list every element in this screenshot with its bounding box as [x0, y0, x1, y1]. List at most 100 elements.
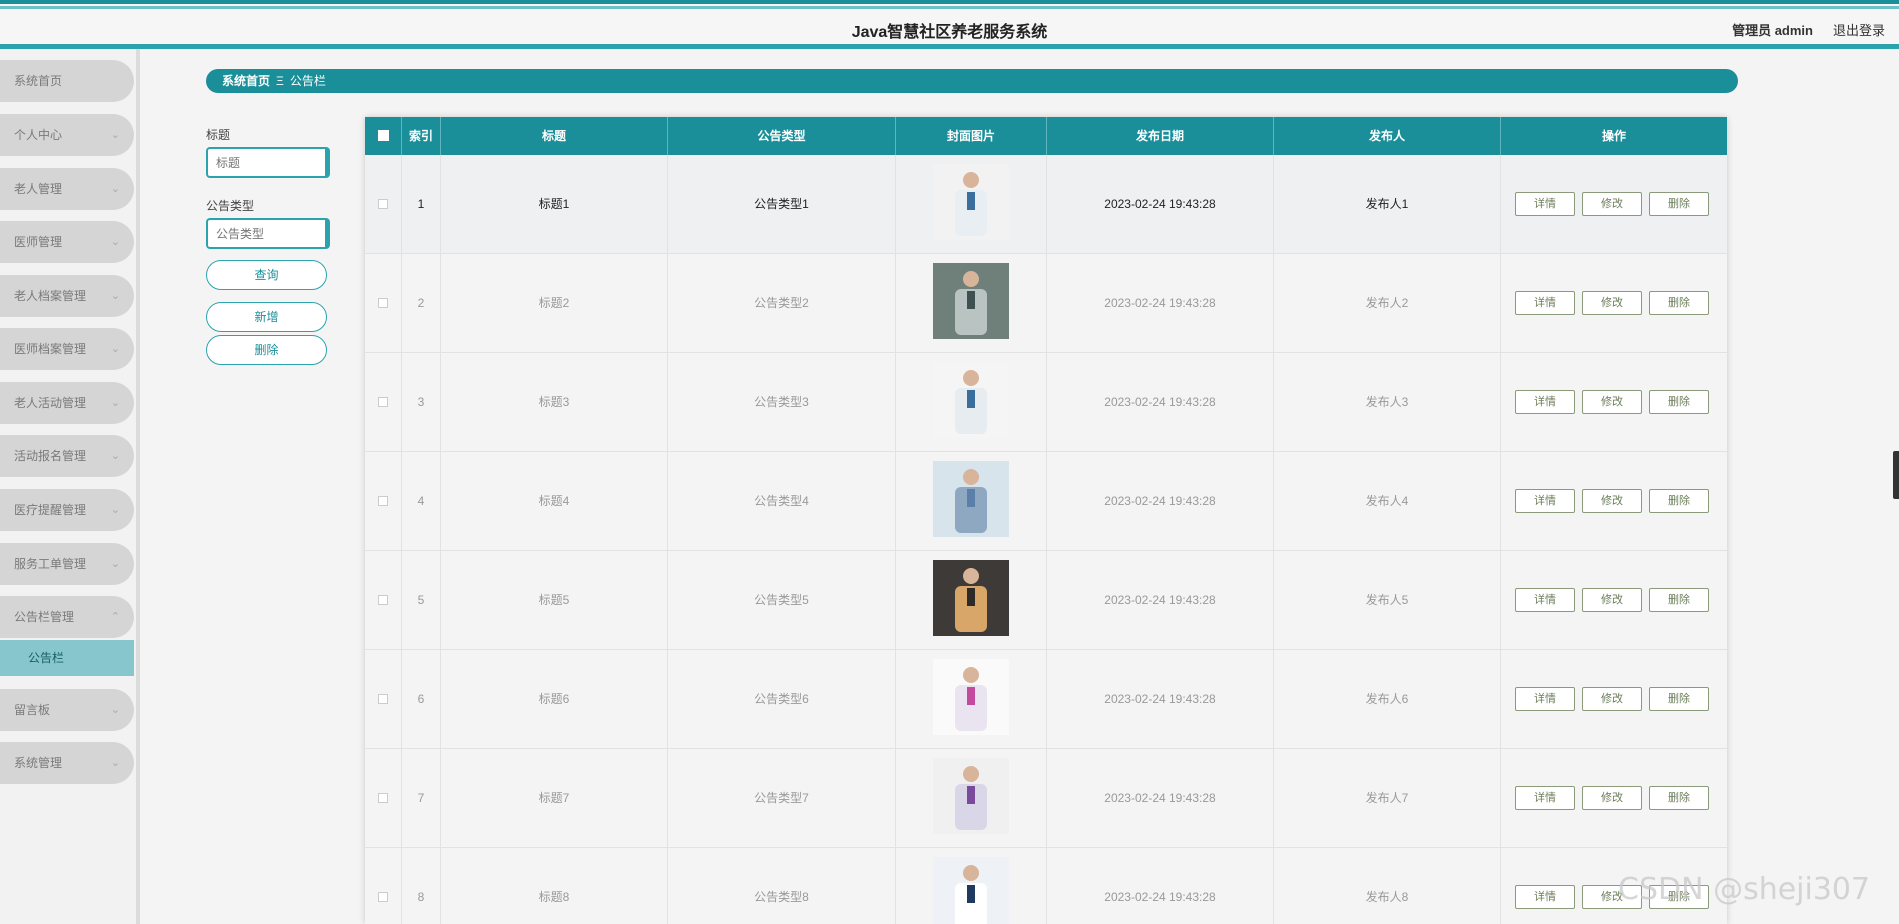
- row-actions: 详情 修改 删除: [1501, 749, 1727, 848]
- row-checkbox[interactable]: [378, 199, 388, 209]
- edit-button[interactable]: 修改: [1582, 687, 1642, 711]
- delete-button[interactable]: 删除: [1649, 291, 1709, 315]
- detail-button[interactable]: 详情: [1515, 192, 1575, 216]
- table-header: 索引 标题 公告类型 封面图片 发布日期 发布人 操作: [365, 117, 1727, 155]
- top-accent-line: [0, 0, 1899, 4]
- row-cover-cell: [896, 155, 1047, 254]
- header-publish-date: 发布日期: [1047, 117, 1274, 155]
- row-title: 标题4: [441, 452, 668, 551]
- edit-button[interactable]: 修改: [1582, 588, 1642, 612]
- detail-button[interactable]: 详情: [1515, 786, 1575, 810]
- sidebar-item-elder-activities[interactable]: 老人活动管理 ⌄: [0, 382, 134, 424]
- edit-button[interactable]: 修改: [1582, 786, 1642, 810]
- sidebar-item-label: 活动报名管理: [14, 449, 87, 463]
- row-actions: 详情 修改 删除: [1501, 155, 1727, 254]
- sidebar-item-label: 老人管理: [14, 182, 63, 196]
- side-drawer-handle[interactable]: [1893, 451, 1899, 499]
- admin-user-label[interactable]: 管理员 admin: [1732, 20, 1813, 39]
- sidebar-subitem-notice-board[interactable]: 公告栏: [0, 640, 134, 676]
- logout-link[interactable]: 退出登录: [1833, 20, 1885, 39]
- header-select-all[interactable]: [365, 117, 402, 155]
- cover-image[interactable]: [933, 263, 1009, 339]
- row-index: 2: [402, 254, 441, 353]
- delete-button[interactable]: 删除: [1649, 489, 1709, 513]
- row-type: 公告类型8: [668, 848, 896, 924]
- table-row: 5 标题5 公告类型5 2023-02-24 19:43:28 发布人5 详情 …: [365, 551, 1727, 650]
- sidebar-item-doctor-management[interactable]: 医师管理 ⌄: [0, 221, 134, 263]
- cover-image[interactable]: [933, 857, 1009, 924]
- table-row: 6 标题6 公告类型6 2023-02-24 19:43:28 发布人6 详情 …: [365, 650, 1727, 749]
- delete-button[interactable]: 删除: [1649, 687, 1709, 711]
- bulk-delete-button[interactable]: 删除: [206, 335, 327, 365]
- row-index: 6: [402, 650, 441, 749]
- breadcrumb-home[interactable]: 系统首页: [222, 74, 270, 88]
- sidebar-item-notice-management[interactable]: 公告栏管理 ⌃: [0, 596, 134, 638]
- row-index: 3: [402, 353, 441, 452]
- sidebar-item-message-board[interactable]: 留言板 ⌄: [0, 689, 134, 731]
- row-select-cell: [365, 749, 402, 848]
- row-checkbox[interactable]: [378, 298, 388, 308]
- cover-image[interactable]: [933, 164, 1009, 240]
- cover-image[interactable]: [933, 560, 1009, 636]
- sidebar-item-elder-management[interactable]: 老人管理 ⌄: [0, 168, 134, 210]
- sidebar-item-medical-reminders[interactable]: 医疗提醒管理 ⌄: [0, 489, 134, 531]
- delete-button[interactable]: 删除: [1649, 588, 1709, 612]
- cover-image[interactable]: [933, 659, 1009, 735]
- table-row: 2 标题2 公告类型2 2023-02-24 19:43:28 发布人2 详情 …: [365, 254, 1727, 353]
- row-index: 5: [402, 551, 441, 650]
- sidebar-item-personal-center[interactable]: 个人中心 ⌄: [0, 114, 134, 156]
- row-index: 8: [402, 848, 441, 924]
- delete-button[interactable]: 删除: [1649, 192, 1709, 216]
- edit-button[interactable]: 修改: [1582, 390, 1642, 414]
- row-select-cell: [365, 650, 402, 749]
- sidebar-item-home[interactable]: 系统首页: [0, 60, 134, 102]
- chevron-down-icon: ⌄: [110, 290, 120, 302]
- detail-button[interactable]: 详情: [1515, 291, 1575, 315]
- header-title: 标题: [441, 117, 668, 155]
- sidebar-item-doctor-records[interactable]: 医师档案管理 ⌄: [0, 328, 134, 370]
- cover-image[interactable]: [933, 461, 1009, 537]
- chevron-down-icon: ⌄: [110, 504, 120, 516]
- row-checkbox[interactable]: [378, 397, 388, 407]
- chevron-down-icon: ⌄: [110, 129, 120, 141]
- delete-button[interactable]: 删除: [1649, 390, 1709, 414]
- detail-button[interactable]: 详情: [1515, 588, 1575, 612]
- query-button[interactable]: 查询: [206, 260, 327, 290]
- type-search-input[interactable]: [206, 218, 330, 249]
- select-all-checkbox[interactable]: [378, 130, 389, 141]
- edit-button[interactable]: 修改: [1582, 489, 1642, 513]
- edit-button[interactable]: 修改: [1582, 291, 1642, 315]
- detail-button[interactable]: 详情: [1515, 885, 1575, 909]
- row-cover-cell: [896, 551, 1047, 650]
- delete-button[interactable]: 删除: [1649, 786, 1709, 810]
- edit-button[interactable]: 修改: [1582, 192, 1642, 216]
- row-index: 4: [402, 452, 441, 551]
- row-publisher: 发布人7: [1274, 749, 1501, 848]
- row-publish-date: 2023-02-24 19:43:28: [1047, 749, 1274, 848]
- sidebar-item-system-management[interactable]: 系统管理 ⌄: [0, 742, 134, 784]
- title-search-input[interactable]: [206, 147, 330, 178]
- row-checkbox[interactable]: [378, 892, 388, 902]
- cover-image[interactable]: [933, 758, 1009, 834]
- sidebar-item-elder-records[interactable]: 老人档案管理 ⌄: [0, 275, 134, 317]
- sidebar-item-activity-registration[interactable]: 活动报名管理 ⌄: [0, 435, 134, 477]
- row-select-cell: [365, 848, 402, 924]
- row-cover-cell: [896, 353, 1047, 452]
- row-checkbox[interactable]: [378, 793, 388, 803]
- row-checkbox[interactable]: [378, 694, 388, 704]
- row-cover-cell: [896, 848, 1047, 924]
- row-title: 标题3: [441, 353, 668, 452]
- row-actions: 详情 修改 删除: [1501, 650, 1727, 749]
- row-publish-date: 2023-02-24 19:43:28: [1047, 650, 1274, 749]
- row-publisher: 发布人4: [1274, 452, 1501, 551]
- detail-button[interactable]: 详情: [1515, 489, 1575, 513]
- add-button[interactable]: 新增: [206, 302, 327, 332]
- row-publish-date: 2023-02-24 19:43:28: [1047, 452, 1274, 551]
- detail-button[interactable]: 详情: [1515, 390, 1575, 414]
- sidebar-item-service-orders[interactable]: 服务工单管理 ⌄: [0, 543, 134, 585]
- detail-button[interactable]: 详情: [1515, 687, 1575, 711]
- cover-image[interactable]: [933, 362, 1009, 438]
- row-checkbox[interactable]: [378, 496, 388, 506]
- row-checkbox[interactable]: [378, 595, 388, 605]
- row-select-cell: [365, 254, 402, 353]
